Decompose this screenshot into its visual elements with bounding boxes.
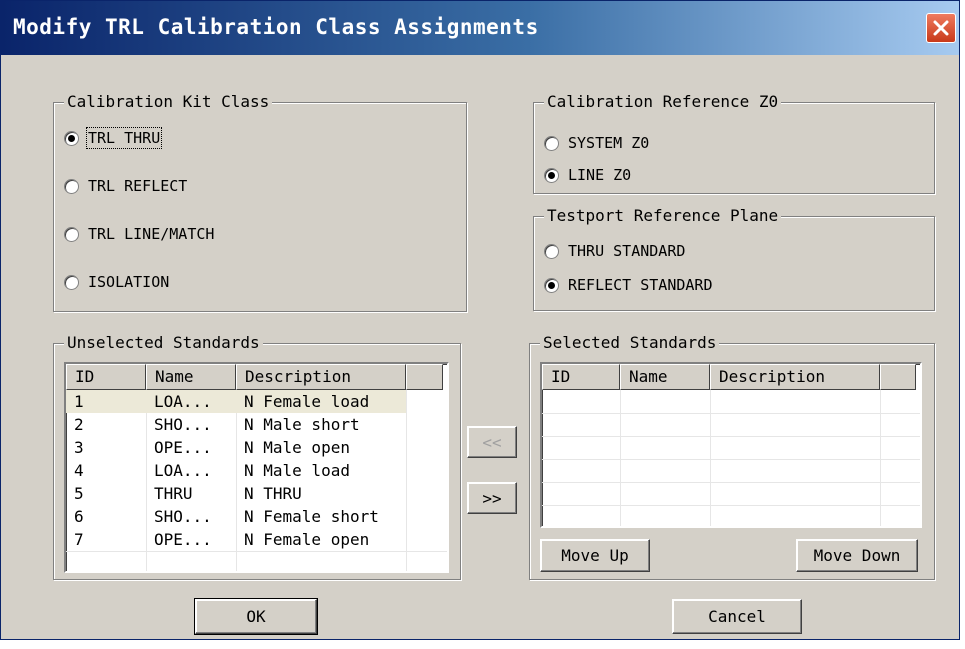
- cell-id: 5: [74, 484, 84, 503]
- cell-name: SHO...: [154, 507, 212, 526]
- column-header-id[interactable]: ID: [66, 364, 146, 390]
- cell-id: 7: [74, 530, 84, 549]
- column-header-filler: [406, 364, 443, 390]
- selected-group: Selected Standards ID Name Description M…: [529, 333, 935, 580]
- unselected-legend: Unselected Standards: [64, 333, 263, 353]
- move-up-button[interactable]: Move Up: [540, 539, 650, 572]
- unselected-header: ID Name Description: [66, 364, 443, 390]
- radio-button[interactable]: [64, 226, 79, 242]
- radio-thru-standard[interactable]: THRU STANDARD: [544, 242, 685, 260]
- cell-description: N Male load: [244, 461, 350, 480]
- radio-button[interactable]: [544, 167, 559, 183]
- cell-name: SHO...: [154, 415, 212, 434]
- cell-name: OPE...: [154, 530, 212, 549]
- title-bar[interactable]: Modify TRL Calibration Class Assignments: [1, 1, 959, 55]
- cell-description: N Female load: [236, 390, 406, 413]
- radio-isolation[interactable]: ISOLATION: [64, 273, 169, 291]
- table-row[interactable]: 3 OPE... N Male open: [66, 436, 406, 459]
- cell-id: 4: [74, 461, 84, 480]
- column-header-filler: [880, 364, 916, 390]
- table-row[interactable]: 6 SHO... N Female short: [66, 505, 406, 528]
- cell-description: N Female short: [244, 507, 379, 526]
- radio-button[interactable]: [544, 243, 559, 259]
- column-header-description[interactable]: Description: [236, 364, 406, 390]
- radio-label: REFLECT STANDARD: [568, 276, 713, 294]
- close-icon: [933, 20, 949, 36]
- radio-label: TRL THRU: [85, 127, 163, 149]
- cell-id: 1: [66, 390, 146, 413]
- ref-plane-group: Testport Reference Plane THRU STANDARD R…: [533, 206, 935, 311]
- ref-plane-legend: Testport Reference Plane: [544, 206, 782, 226]
- radio-button[interactable]: [64, 274, 79, 290]
- unselected-list[interactable]: ID Name Description 1 LOA... N Female lo…: [64, 362, 449, 573]
- cancel-button[interactable]: Cancel: [672, 599, 802, 634]
- radio-label: LINE Z0: [568, 166, 632, 184]
- radio-trl-line-match[interactable]: TRL LINE/MATCH: [64, 225, 214, 243]
- cell-id: 6: [74, 507, 84, 526]
- window-title: Modify TRL Calibration Class Assignments: [13, 15, 539, 39]
- ref-z0-group: Calibration Reference Z0 SYSTEM Z0 LINE …: [533, 92, 935, 194]
- table-row[interactable]: 4 LOA... N Male load: [66, 459, 406, 482]
- radio-button[interactable]: [544, 277, 559, 293]
- remove-standard-button[interactable]: <<: [467, 426, 517, 458]
- radio-button[interactable]: [64, 178, 79, 194]
- cell-name: LOA...: [146, 390, 236, 413]
- radio-system-z0[interactable]: SYSTEM Z0: [544, 134, 649, 152]
- radio-trl-thru[interactable]: TRL THRU: [64, 127, 163, 149]
- radio-label: TRL REFLECT: [88, 177, 188, 195]
- table-row[interactable]: 2 SHO... N Male short: [66, 413, 406, 436]
- cell-description: N Female open: [244, 530, 370, 549]
- ref-z0-legend: Calibration Reference Z0: [544, 92, 782, 112]
- cell-id: 3: [74, 438, 84, 457]
- selected-legend: Selected Standards: [540, 333, 720, 353]
- column-header-id[interactable]: ID: [542, 364, 620, 390]
- close-button[interactable]: [926, 13, 956, 43]
- selected-header: ID Name Description: [542, 364, 916, 390]
- radio-button[interactable]: [544, 135, 559, 151]
- column-header-description[interactable]: Description: [710, 364, 880, 390]
- radio-label: TRL LINE/MATCH: [88, 225, 215, 243]
- column-header-name[interactable]: Name: [146, 364, 236, 390]
- dialog-window: Modify TRL Calibration Class Assignments…: [0, 0, 960, 640]
- table-row[interactable]: 1 LOA... N Female load: [66, 390, 406, 413]
- ok-button[interactable]: OK: [194, 598, 318, 635]
- column-header-name[interactable]: Name: [620, 364, 710, 390]
- kit-class-group: Calibration Kit Class TRL THRU TRL REFLE…: [53, 92, 467, 312]
- kit-class-legend: Calibration Kit Class: [64, 92, 273, 112]
- cell-name: THRU: [154, 484, 193, 503]
- cell-description: N Male short: [244, 415, 360, 434]
- move-down-button[interactable]: Move Down: [796, 539, 918, 572]
- cell-id: 2: [74, 415, 84, 434]
- radio-label: ISOLATION: [88, 273, 170, 291]
- cell-name: LOA...: [154, 461, 212, 480]
- cell-description: N Male open: [244, 438, 350, 457]
- radio-label: SYSTEM Z0: [568, 134, 650, 152]
- add-standard-button[interactable]: >>: [467, 482, 517, 514]
- radio-reflect-standard[interactable]: REFLECT STANDARD: [544, 276, 713, 294]
- selected-list[interactable]: ID Name Description: [540, 362, 922, 528]
- radio-line-z0[interactable]: LINE Z0: [544, 166, 631, 184]
- cell-description: N THRU: [244, 484, 302, 503]
- radio-label: THRU STANDARD: [568, 242, 686, 260]
- unselected-group: Unselected Standards ID Name Description…: [53, 333, 461, 580]
- radio-trl-reflect[interactable]: TRL REFLECT: [64, 177, 187, 195]
- radio-button[interactable]: [64, 130, 79, 146]
- cell-name: OPE...: [154, 438, 212, 457]
- table-row[interactable]: 7 OPE... N Female open: [66, 528, 406, 551]
- table-row[interactable]: 5 THRU N THRU: [66, 482, 406, 505]
